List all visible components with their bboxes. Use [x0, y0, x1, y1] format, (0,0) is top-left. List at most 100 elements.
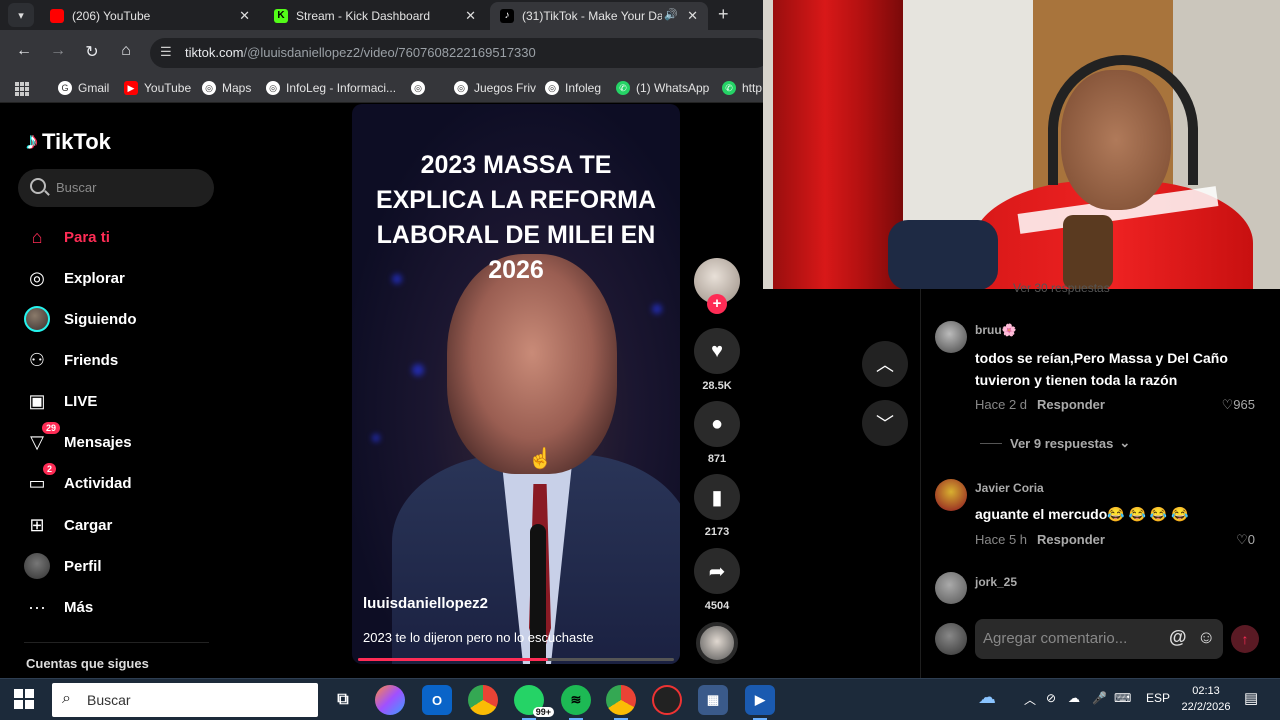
media-player-icon[interactable]: ▶	[745, 685, 775, 720]
youtube-favicon-icon	[50, 9, 64, 23]
comment-like-button[interactable]: ♡965	[1222, 397, 1255, 413]
clock-date: 22/2/2026	[1181, 701, 1231, 713]
bookmark-maps[interactable]: ◎ Maps	[202, 81, 251, 95]
reply-button[interactable]: Responder	[1037, 532, 1105, 547]
site-info-icon[interactable]: ☰	[160, 44, 172, 60]
bookmark-juegos-friv[interactable]: ◎ Juegos Friv	[454, 81, 536, 95]
video-player[interactable]: 2023 MASSA TE EXPLICA LA REFORMA LABORAL…	[352, 104, 680, 664]
music-disc[interactable]	[696, 622, 738, 664]
reply-button[interactable]: Responder	[1037, 397, 1105, 412]
nav-cargar[interactable]: ⊞ Cargar	[24, 510, 224, 540]
nav-label: Para ti	[64, 228, 110, 246]
panel-divider	[920, 289, 921, 678]
compass-icon: ◎	[29, 267, 45, 288]
chrome-profile-icon[interactable]	[606, 685, 636, 720]
windows-start-button[interactable]	[14, 689, 34, 709]
comment-like-button[interactable]: ♡0	[1236, 532, 1255, 548]
taskbar-search-placeholder: Buscar	[87, 692, 131, 708]
keyboard-icon[interactable]: ⌨	[1114, 691, 1131, 705]
view-replies-button[interactable]: Ver 9 respuestas ⌄	[980, 435, 1130, 451]
like-button[interactable]: ♥ 28.5K	[694, 328, 740, 392]
bookmark-youtube[interactable]: ▶ YouTube	[124, 81, 191, 95]
spotify-icon[interactable]: ≋	[561, 685, 591, 720]
reload-button[interactable]: ↻	[82, 42, 102, 62]
save-button[interactable]: ▮ 2173	[694, 474, 740, 538]
follow-plus-button[interactable]: +	[707, 294, 727, 314]
search-input[interactable]: Buscar	[18, 169, 214, 207]
bookmark-gmail[interactable]: G Gmail	[58, 81, 109, 95]
tab-youtube[interactable]: (206) YouTube ✕	[40, 2, 260, 30]
nav-explorar[interactable]: ◎ Explorar	[24, 263, 224, 293]
tab-search-button[interactable]: ▾	[8, 3, 34, 27]
microphone-icon[interactable]: 🎤	[1092, 691, 1107, 705]
forward-button[interactable]: →	[48, 42, 68, 60]
nav-actividad[interactable]: ▭ 2 Actividad	[24, 463, 224, 498]
comment-username[interactable]: bruu🌸	[975, 323, 1017, 337]
nav-mensajes[interactable]: ▽ 29 Mensajes	[24, 422, 224, 457]
nav-para-ti[interactable]: ⌂ Para ti	[24, 222, 224, 252]
next-video-button[interactable]: ﹀	[862, 400, 908, 446]
tiktok-logo[interactable]: ♪ TikTok	[26, 128, 111, 156]
copilot-icon[interactable]	[375, 685, 405, 715]
comment-avatar[interactable]	[935, 572, 967, 604]
nav-live[interactable]: ▣ LIVE	[24, 386, 224, 416]
bookmark-globe[interactable]: ◎	[411, 81, 431, 95]
cloud-icon[interactable]: ☁	[1068, 691, 1080, 705]
close-icon[interactable]: ✕	[687, 8, 698, 24]
nav-siguiendo[interactable]: Siguiendo	[24, 304, 224, 334]
home-button[interactable]: ⌂	[116, 42, 136, 60]
nav-perfil[interactable]: Perfil	[24, 551, 224, 581]
chevron-up-icon[interactable]: ︿	[1024, 691, 1036, 708]
whatsapp-icon[interactable]: 99+	[514, 685, 554, 720]
address-bar[interactable]: ☰ tiktok.com/@luuisdaniellopez2/video/76…	[150, 38, 763, 68]
share-button[interactable]: ➦ 4504	[694, 548, 740, 612]
comment-button[interactable]: ● 871	[694, 401, 740, 465]
obs-icon[interactable]	[652, 685, 682, 715]
taskbar-search-input[interactable]: ⌕ Buscar	[52, 683, 318, 717]
nav-mas[interactable]: ··· Más	[24, 592, 224, 622]
comment-like-count: 0	[1247, 532, 1255, 547]
close-icon[interactable]: ✕	[239, 8, 250, 24]
more-icon: ···	[28, 596, 46, 617]
speaker-icon[interactable]: 🔊	[664, 8, 678, 21]
tab-tiktok[interactable]: ♪ (31)TikTok - Make Your Day 🔊 ✕	[490, 2, 708, 30]
emoji-icon[interactable]: ☺	[1197, 627, 1215, 648]
comment-username[interactable]: jork_25	[975, 575, 1017, 589]
tab-title: (31)TikTok - Make Your Day	[522, 9, 662, 23]
video-progress-bar[interactable]	[358, 658, 674, 661]
bookmark-infoleg-2[interactable]: ◎ Infoleg	[545, 81, 601, 95]
film-icon[interactable]: ▦	[698, 685, 728, 715]
tab-kick[interactable]: K Stream - Kick Dashboard ✕	[264, 2, 486, 30]
previous-video-button[interactable]: ︿	[862, 341, 908, 387]
bookmark-http[interactable]: ✆ http	[722, 81, 762, 95]
video-caption: 2023 te lo dijeron pero no lo escuchaste	[363, 630, 594, 645]
language-indicator[interactable]: ESP	[1146, 691, 1170, 705]
bookmark-infoleg[interactable]: ◎ InfoLeg - Informaci...	[266, 81, 396, 95]
comment-username[interactable]: Javier Coria	[975, 481, 1044, 495]
heart-icon: ♥	[694, 328, 740, 374]
apps-grid-icon[interactable]	[15, 82, 29, 96]
nav-friends[interactable]: ⚇ Friends	[24, 345, 224, 375]
comment-time: Hace 2 d	[975, 397, 1028, 412]
outlook-icon[interactable]: O	[422, 685, 452, 715]
back-button[interactable]: ←	[14, 42, 34, 60]
send-comment-button[interactable]: ↑	[1231, 625, 1259, 653]
chrome-icon[interactable]	[468, 685, 498, 715]
video-author[interactable]: luuisdaniellopez2	[363, 595, 488, 612]
activity-badge: 2	[42, 463, 56, 475]
comment-input[interactable]: Agregar comentario... @ ☺	[975, 619, 1223, 659]
weather-icon[interactable]: ☁	[978, 687, 996, 708]
heart-outline-icon: ♡	[1221, 397, 1234, 412]
clock[interactable]: 02:13 22/2/2026	[1176, 683, 1236, 715]
comment-avatar[interactable]	[935, 479, 967, 511]
notification-center-icon[interactable]: ▤	[1244, 689, 1258, 707]
network-off-icon[interactable]: ⊘	[1046, 691, 1056, 705]
close-icon[interactable]: ✕	[465, 8, 476, 24]
bookmark-whatsapp[interactable]: ✆ (1) WhatsApp	[616, 81, 709, 95]
bookmark-icon: ▮	[694, 474, 740, 520]
new-tab-button[interactable]: +	[718, 4, 729, 25]
chevron-up-icon: ︿	[876, 355, 894, 375]
comment-avatar[interactable]	[935, 321, 967, 353]
task-view-icon[interactable]: ⧉	[328, 685, 358, 715]
mention-icon[interactable]: @	[1169, 627, 1187, 648]
